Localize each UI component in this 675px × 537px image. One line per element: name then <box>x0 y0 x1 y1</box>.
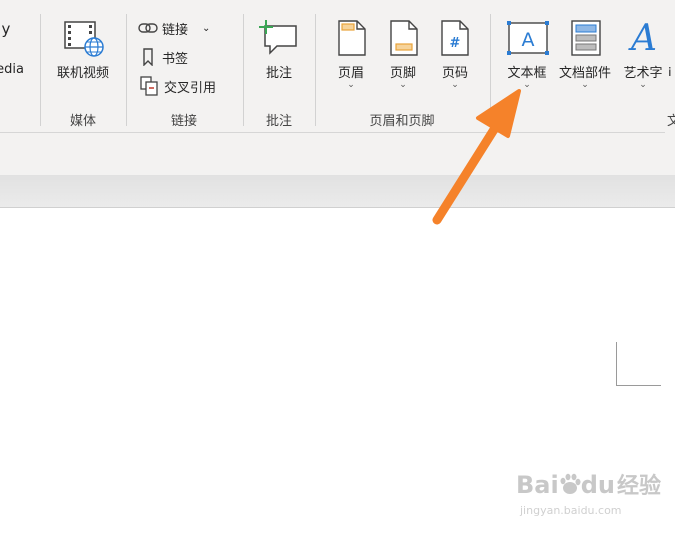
quick-parts-button[interactable]: 文档部件 <box>559 62 611 81</box>
online-video-icon[interactable] <box>64 20 104 62</box>
watermark-logo-text-2: du <box>580 471 615 499</box>
group-label-comments: 批注 <box>265 114 293 129</box>
partial-right-button[interactable]: i <box>668 62 675 76</box>
paw-icon <box>560 473 581 494</box>
ribbon-collapse-strip <box>0 133 675 175</box>
partial-left-label[interactable]: edia <box>0 62 24 77</box>
chevron-down-icon: ⌄ <box>202 22 211 34</box>
bookmark-icon <box>143 48 153 66</box>
header-icon[interactable] <box>338 20 366 60</box>
text-box-icon[interactable]: A <box>507 20 549 60</box>
watermark-logo-cn: 经验 <box>616 474 661 499</box>
baidu-watermark: Bai du经验 jingyan.baidu.com <box>516 460 666 522</box>
new-comment-button[interactable]: 批注 <box>266 62 292 81</box>
group-label-header-footer: 页眉和页脚 <box>369 114 435 129</box>
bookmark-label: 书签 <box>162 51 189 67</box>
group-label-media: 媒体 <box>69 114 97 129</box>
text-box-glyph: A <box>522 29 535 51</box>
document-canvas-top <box>0 175 675 208</box>
header-button[interactable]: 页眉 <box>338 62 364 81</box>
new-comment-icon[interactable] <box>259 20 299 60</box>
cross-reference-label: 交叉引用 <box>164 80 217 96</box>
watermark-url: jingyan.baidu.com <box>520 504 622 517</box>
wordart-button[interactable]: 艺术字 <box>623 62 662 81</box>
group-separator <box>126 14 127 126</box>
chevron-down-icon[interactable]: ⌄ <box>399 80 407 90</box>
group-label-text: 文 <box>667 114 675 129</box>
chevron-down-icon[interactable]: ⌄ <box>581 80 589 90</box>
cross-reference-icon <box>140 76 158 96</box>
chevron-down-icon[interactable]: ⌄ <box>347 80 355 90</box>
text-box-button[interactable]: 文本框 <box>507 62 546 81</box>
footer-icon[interactable] <box>390 20 418 60</box>
link-button[interactable]: 链接 ⌄ <box>138 17 210 39</box>
chevron-down-icon[interactable]: ⌄ <box>523 80 531 90</box>
link-label: 链接 <box>162 22 189 38</box>
bookmark-button[interactable]: 书签 <box>138 46 188 68</box>
page-number-glyph: # <box>450 36 461 51</box>
online-video-button[interactable]: 联机视频 <box>57 62 109 81</box>
group-label-links: 链接 <box>170 114 198 129</box>
quick-parts-icon[interactable] <box>571 20 601 60</box>
wordart-glyph: A <box>628 18 657 56</box>
group-separator <box>243 14 244 126</box>
partial-left-glyph: y <box>1 20 11 38</box>
wordart-icon[interactable]: A <box>626 16 662 60</box>
group-separator <box>490 14 491 126</box>
page-margin-marker <box>616 342 661 386</box>
cross-reference-button[interactable]: 交叉引用 <box>138 75 216 97</box>
chevron-down-icon[interactable]: ⌄ <box>639 80 647 90</box>
footer-button[interactable]: 页脚 <box>390 62 416 81</box>
chevron-down-icon[interactable]: ⌄ <box>451 80 459 90</box>
link-icon <box>138 23 158 33</box>
page-number-button[interactable]: 页码 <box>442 62 468 81</box>
page-number-icon[interactable]: # <box>441 20 469 60</box>
baidu-logo: Bai du经验 <box>516 468 661 500</box>
group-separator <box>40 14 41 126</box>
watermark-logo-text: Bai <box>516 471 559 499</box>
group-separator <box>315 14 316 126</box>
